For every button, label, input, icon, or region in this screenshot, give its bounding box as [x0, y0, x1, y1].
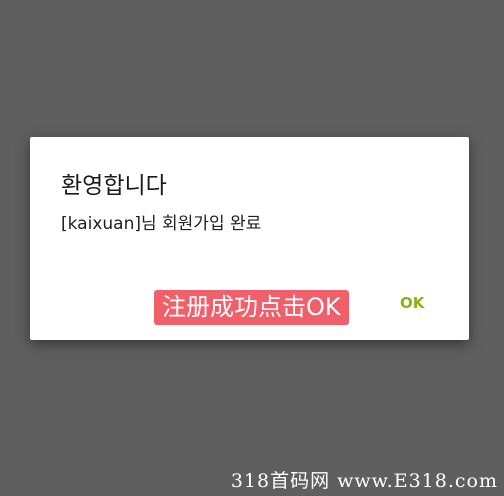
annotation-label: 注册成功点击OK — [154, 290, 349, 325]
ok-button[interactable]: OK — [400, 294, 424, 312]
welcome-dialog: 환영합니다 [kaixuan]님 회원가입 완료 注册成功点击OK OK — [30, 137, 469, 340]
watermark: 318首码网 www.E318.com — [230, 470, 498, 492]
dialog-message: [kaixuan]님 회원가입 완료 — [61, 214, 262, 234]
dialog-title: 환영합니다 — [61, 173, 167, 199]
